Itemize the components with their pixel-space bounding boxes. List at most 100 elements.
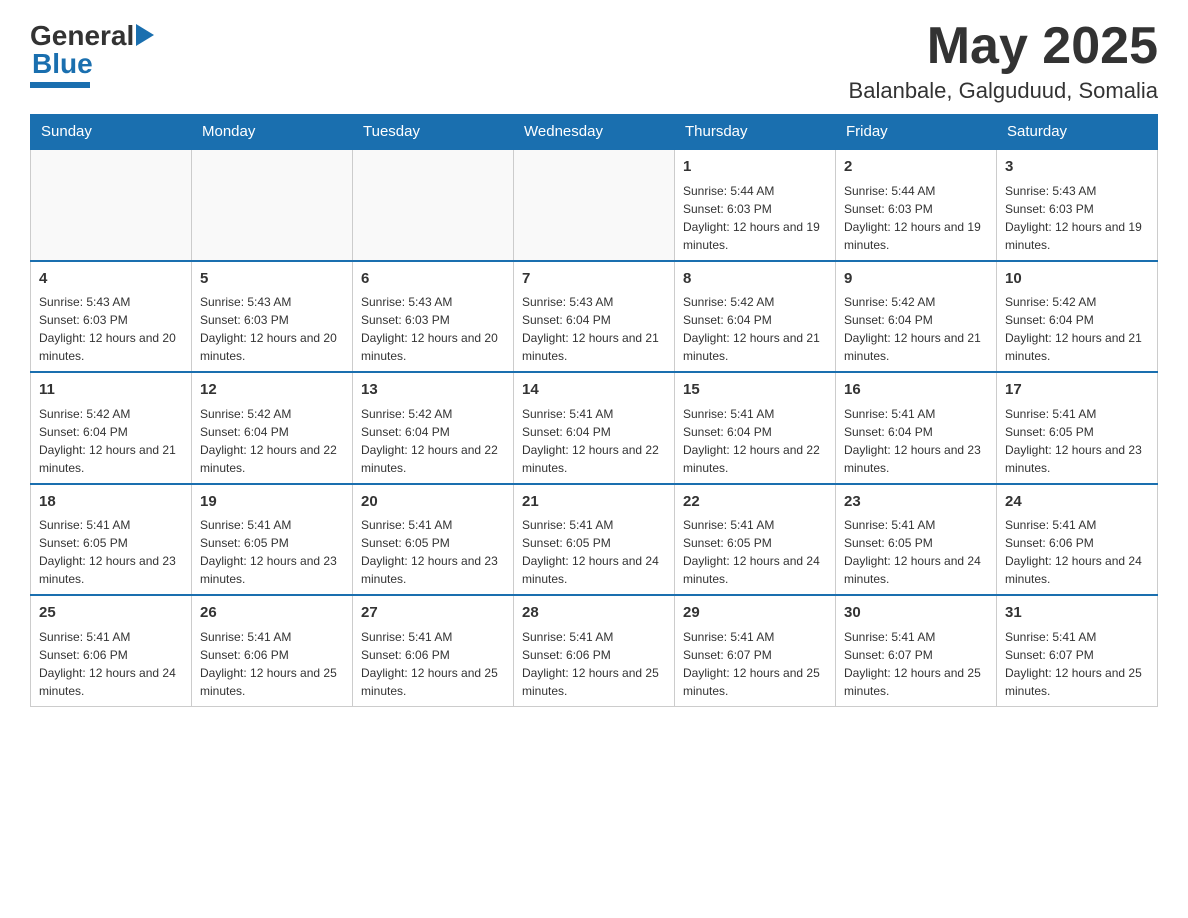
day-info: Daylight: 12 hours and 21 minutes. — [39, 441, 183, 477]
calendar-cell: 30 Sunrise: 5:41 AMSunset: 6:07 PMDayligh… — [836, 595, 997, 706]
day-number: 5 — [200, 268, 344, 291]
day-info: Daylight: 12 hours and 21 minutes. — [1005, 329, 1149, 365]
calendar-cell: 19Sunrise: 5:41 AMSunset: 6:05 PMDayligh… — [192, 484, 353, 596]
week-row-1: 1Sunrise: 5:44 AMSunset: 6:03 PMDaylight… — [31, 149, 1158, 261]
title-section: May 2025 Balanbale, Galguduud, Somalia — [849, 20, 1158, 104]
day-info: Daylight: 12 hours and 23 minutes. — [200, 552, 344, 588]
week-row-3: 11Sunrise: 5:42 AMSunset: 6:04 PMDayligh… — [31, 372, 1158, 484]
day-number: 16 — [844, 379, 988, 402]
day-info: Sunset: 6:04 PM — [683, 311, 827, 329]
day-info: Sunset: 6:05 PM — [683, 534, 827, 552]
day-number: 19 — [200, 491, 344, 514]
day-info: Sunset: 6:04 PM — [683, 423, 827, 441]
calendar-cell: 25Sunrise: 5:41 AMSunset: 6:06 PMDayligh… — [31, 595, 192, 706]
day-info: Sunrise: 5:41 AM — [1005, 628, 1149, 646]
day-number: 24 — [1005, 491, 1149, 514]
day-info: Daylight: 12 hours and 22 minutes. — [522, 441, 666, 477]
day-header-monday: Monday — [192, 115, 353, 150]
week-row-2: 4Sunrise: 5:43 AMSunset: 6:03 PMDaylight… — [31, 261, 1158, 373]
day-info: Daylight: 12 hours and 23 minutes. — [361, 552, 505, 588]
day-info: Sunrise: 5:43 AM — [1005, 182, 1149, 200]
day-number: 25 — [39, 602, 183, 625]
day-info: Sunset: 6:05 PM — [361, 534, 505, 552]
day-header-saturday: Saturday — [997, 115, 1158, 150]
day-info: Sunrise: 5:44 AM — [683, 182, 827, 200]
calendar-cell: 16Sunrise: 5:41 AMSunset: 6:04 PMDayligh… — [836, 372, 997, 484]
day-info: Sunrise: 5:41 AM — [1005, 516, 1149, 534]
calendar-cell: 27Sunrise: 5:41 AMSunset: 6:06 PMDayligh… — [353, 595, 514, 706]
month-title: May 2025 — [849, 20, 1158, 72]
day-info: Sunrise: 5:42 AM — [361, 405, 505, 423]
calendar-cell: 5Sunrise: 5:43 AMSunset: 6:03 PMDaylight… — [192, 261, 353, 373]
day-number: 30 — [844, 602, 988, 625]
day-info: Sunset: 6:06 PM — [200, 646, 344, 664]
day-info: Daylight: 12 hours and 21 minutes. — [522, 329, 666, 365]
day-info: Daylight: 12 hours and 19 minutes. — [1005, 218, 1149, 254]
day-info: Sunset: 6:03 PM — [200, 311, 344, 329]
day-number: 13 — [361, 379, 505, 402]
day-info: Daylight: 12 hours and 24 minutes. — [522, 552, 666, 588]
calendar-cell — [192, 149, 353, 261]
calendar-cell: 1Sunrise: 5:44 AMSunset: 6:03 PMDaylight… — [675, 149, 836, 261]
calendar-cell: 24 Sunrise: 5:41 AMSunset: 6:06 PMDayligh… — [997, 484, 1158, 596]
day-info: Sunrise: 5:43 AM — [522, 293, 666, 311]
day-info: Sunset: 6:05 PM — [39, 534, 183, 552]
day-number: 10 — [1005, 268, 1149, 291]
day-info: Sunset: 6:05 PM — [844, 534, 988, 552]
day-info: Daylight: 12 hours and 21 minutes. — [844, 329, 988, 365]
calendar-cell: 6Sunrise: 5:43 AMSunset: 6:03 PMDaylight… — [353, 261, 514, 373]
day-info: Sunrise: 5:42 AM — [683, 293, 827, 311]
day-info: Sunrise: 5:41 AM — [39, 628, 183, 646]
day-info: Sunrise: 5:41 AM — [522, 516, 666, 534]
day-number: 11 — [39, 379, 183, 402]
day-info: Daylight: 12 hours and 25 minutes. — [522, 664, 666, 700]
logo: General Blue — [30, 20, 154, 88]
day-info: Sunset: 6:04 PM — [844, 423, 988, 441]
day-number: 12 — [200, 379, 344, 402]
day-info: Daylight: 12 hours and 25 minutes. — [361, 664, 505, 700]
day-info: Sunrise: 5:43 AM — [361, 293, 505, 311]
calendar-cell — [353, 149, 514, 261]
day-info: Sunset: 6:05 PM — [1005, 423, 1149, 441]
day-info: Sunrise: 5:41 AM — [844, 628, 988, 646]
day-info: Sunset: 6:04 PM — [844, 311, 988, 329]
day-number: 26 — [200, 602, 344, 625]
day-number: 8 — [683, 268, 827, 291]
day-info: Sunset: 6:06 PM — [361, 646, 505, 664]
day-number: 21 — [522, 491, 666, 514]
day-info: Sunset: 6:07 PM — [1005, 646, 1149, 664]
day-info: Daylight: 12 hours and 19 minutes. — [683, 218, 827, 254]
day-info: Daylight: 12 hours and 22 minutes. — [200, 441, 344, 477]
day-info: Daylight: 12 hours and 24 minutes. — [1005, 552, 1149, 588]
day-info: Sunrise: 5:41 AM — [200, 628, 344, 646]
calendar-cell: 4Sunrise: 5:43 AMSunset: 6:03 PMDaylight… — [31, 261, 192, 373]
day-info: Sunrise: 5:41 AM — [522, 628, 666, 646]
calendar-header-row: SundayMondayTuesdayWednesdayThursdayFrid… — [31, 115, 1158, 150]
calendar-cell: 8Sunrise: 5:42 AMSunset: 6:04 PMDaylight… — [675, 261, 836, 373]
day-info: Daylight: 12 hours and 19 minutes. — [844, 218, 988, 254]
calendar-cell: 14Sunrise: 5:41 AMSunset: 6:04 PMDayligh… — [514, 372, 675, 484]
calendar-cell: 11Sunrise: 5:42 AMSunset: 6:04 PMDayligh… — [31, 372, 192, 484]
calendar-cell: 12Sunrise: 5:42 AMSunset: 6:04 PMDayligh… — [192, 372, 353, 484]
day-header-tuesday: Tuesday — [353, 115, 514, 150]
day-info: Daylight: 12 hours and 25 minutes. — [844, 664, 988, 700]
day-info: Sunset: 6:03 PM — [361, 311, 505, 329]
day-info: Sunrise: 5:43 AM — [200, 293, 344, 311]
day-number: 20 — [361, 491, 505, 514]
day-info: Sunrise: 5:41 AM — [844, 405, 988, 423]
day-info: Sunset: 6:07 PM — [844, 646, 988, 664]
calendar-cell: 13Sunrise: 5:42 AMSunset: 6:04 PMDayligh… — [353, 372, 514, 484]
day-info: Sunset: 6:03 PM — [844, 200, 988, 218]
day-info: Sunrise: 5:41 AM — [683, 516, 827, 534]
day-info: Sunset: 6:04 PM — [1005, 311, 1149, 329]
day-info: Sunset: 6:05 PM — [522, 534, 666, 552]
day-number: 15 — [683, 379, 827, 402]
calendar-cell — [31, 149, 192, 261]
day-info: Daylight: 12 hours and 23 minutes. — [1005, 441, 1149, 477]
day-info: Sunset: 6:06 PM — [1005, 534, 1149, 552]
day-info: Daylight: 12 hours and 25 minutes. — [1005, 664, 1149, 700]
day-info: Daylight: 12 hours and 22 minutes. — [683, 441, 827, 477]
day-info: Sunrise: 5:41 AM — [1005, 405, 1149, 423]
day-info: Daylight: 12 hours and 22 minutes. — [361, 441, 505, 477]
day-info: Daylight: 12 hours and 23 minutes. — [39, 552, 183, 588]
